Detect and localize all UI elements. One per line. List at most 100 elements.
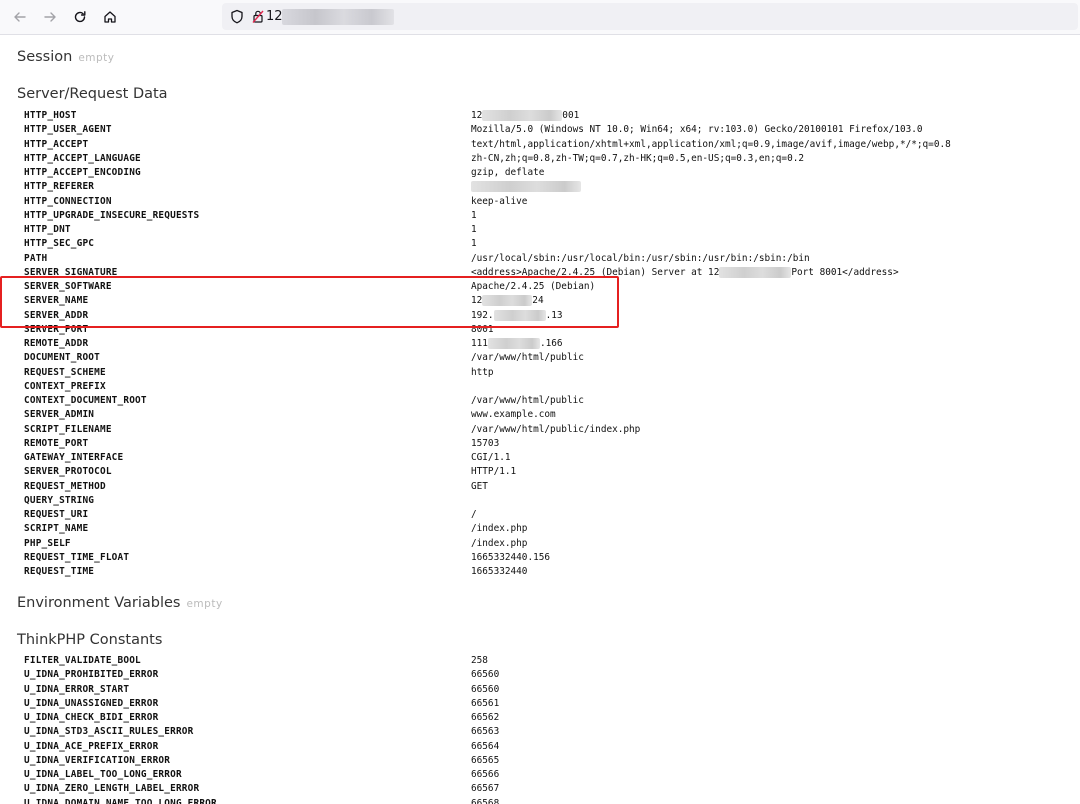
row-value: http (466, 366, 951, 380)
row-key: SERVER_NAME (24, 295, 89, 307)
row-key: U_IDNA_ERROR_START (24, 683, 130, 695)
row-value: gzip, deflate (466, 166, 951, 180)
row-value-text: 66563 (471, 726, 500, 738)
row-value: /usr/local/sbin:/usr/local/bin:/usr/sbin… (466, 252, 951, 266)
table-row: U_IDNA_UNASSIGNED_ERROR 66561 (18, 697, 499, 711)
row-key: HTTP_REFERER (24, 181, 95, 193)
row-key: SERVER_SOFTWARE (24, 281, 112, 292)
row-key: U_IDNA_DOMAIN_NAME_TOO_LONG_ERROR (24, 797, 217, 804)
row-value-text: 66561 (471, 697, 500, 709)
row-value-text: 66560 (471, 669, 500, 681)
row-value-text: Apache/2.4.25 (Debian) (471, 281, 596, 292)
row-value: 66565 (466, 754, 499, 768)
url-redacted (282, 9, 394, 25)
row-value: /index.php (466, 522, 951, 536)
row-key: HTTP_DNT (24, 224, 71, 235)
table-row: U_IDNA_STD3_ASCII_RULES_ERROR 66563 (18, 725, 499, 739)
row-value-text: <address>Apache/2.4.25 (Debian) Server a… (471, 266, 720, 278)
row-value-text: /index.php (471, 523, 528, 535)
row-key: HTTP_ACCEPT (24, 138, 89, 150)
row-value-text: 1 (471, 224, 477, 235)
row-value-text: 66560 (471, 683, 500, 695)
row-key: REQUEST_TIME_FLOAT (24, 551, 130, 563)
row-value-text: zh-CN,zh;q=0.8,zh-TW;q=0.7,zh-HK;q=0.5,e… (471, 152, 805, 164)
arrow-right-icon (44, 12, 56, 22)
table-row: SCRIPT_NAME/index.php (18, 522, 951, 536)
row-key: FILTER_VALIDATE_BOOL (24, 655, 141, 666)
row-value: 66564 (466, 740, 499, 754)
row-value-text: 12 (471, 295, 483, 307)
table-row: SCRIPT_FILENAME/var/www/html/public/inde… (18, 423, 951, 437)
row-key: HTTP_ACCEPT_ENCODING (24, 167, 141, 178)
row-key: U_IDNA_UNASSIGNED_ERROR (24, 697, 159, 709)
table-row: REQUEST_TIME 1665332440 (18, 565, 951, 579)
row-value: 66561 (466, 697, 499, 711)
row-key: REMOTE_ADDR (24, 338, 89, 349)
thinkphp-constants-heading: ThinkPHP Constants (17, 632, 163, 648)
row-value: 66562 (466, 711, 499, 725)
row-value: 1 (466, 209, 951, 223)
row-value-text: /index.php (471, 537, 528, 549)
row-value-text: 1665332440 (471, 566, 528, 577)
reload-button[interactable] (70, 7, 90, 27)
row-value: GET (466, 480, 951, 494)
table-row: SERVER_PROTOCOL HTTP/1.1 (18, 465, 951, 479)
environment-title: Environment Variables (17, 595, 181, 611)
table-row: REQUEST_SCHEME http (18, 366, 951, 380)
page-content: Session empty Server/Request Data HTTP_HO… (0, 35, 1080, 804)
row-value-tail: .13 (545, 309, 563, 321)
row-value-text: 12 (471, 110, 483, 121)
address-bar[interactable]: 12 (222, 3, 1078, 30)
row-value: 111 .166 (466, 337, 951, 351)
row-value: HTTP/1.1 (466, 465, 951, 479)
row-value-text: /usr/local/sbin:/usr/local/bin:/usr/sbin… (471, 252, 810, 264)
row-value-text: / (471, 509, 477, 520)
row-value: 66567 (466, 782, 499, 796)
row-value: 8001 (466, 323, 951, 337)
row-value: /var/www/html/public/index.php (466, 423, 951, 437)
environment-empty-tag: empty (186, 598, 223, 610)
table-row: REQUEST_TIME_FLOAT 1665332440.156 (18, 551, 951, 565)
url-text[interactable]: 12 (266, 9, 283, 24)
row-key: CONTEXT_DOCUMENT_ROOT (24, 395, 147, 406)
row-value: /var/www/html/public (466, 394, 951, 408)
table-row: SERVER_ADDR 192. .13 (18, 309, 951, 323)
shield-icon[interactable] (230, 9, 244, 24)
redacted-value (493, 309, 546, 321)
server-request-table: HTTP_HOST 12 001 HTTP_USER_AGENT Mozilla/5.0… (18, 109, 951, 579)
row-key: PHP_SELF (24, 537, 71, 549)
row-key: SCRIPT_FILENAME (24, 423, 112, 435)
row-value: 1665332440 (466, 565, 951, 579)
back-button[interactable] (10, 7, 30, 27)
home-button[interactable] (100, 7, 120, 27)
row-value: / (466, 508, 951, 522)
row-value: www.example.com (466, 408, 951, 422)
row-key: REQUEST_TIME (24, 566, 95, 577)
table-row: HTTP_UPGRADE_INSECURE_REQUESTS 1 (18, 209, 951, 223)
row-key: HTTP_ACCEPT_LANGUAGE (24, 152, 141, 164)
row-key: REQUEST_SCHEME (24, 366, 106, 378)
table-row: CONTEXT_PREFIX (18, 380, 951, 394)
row-key: DOCUMENT_ROOT (24, 352, 100, 364)
row-value-text: 66567 (471, 783, 500, 795)
table-row: HTTP_SEC_GPC 1 (18, 237, 951, 251)
row-value-tail: 001 (562, 110, 580, 121)
row-value-text: 1665332440.156 (471, 551, 551, 563)
row-value-text: 1 (471, 209, 477, 221)
table-row: REQUEST_URI / (18, 508, 951, 522)
table-row: SERVER_ADMIN www.example.com (18, 408, 951, 422)
table-row: HTTP_USER_AGENT Mozilla/5.0 (Windows NT 1… (18, 123, 951, 137)
row-value: 1665332440.156 (466, 551, 951, 565)
row-value (466, 494, 951, 508)
row-value-text: 111 (471, 338, 488, 349)
row-value-text: 66562 (471, 712, 500, 723)
table-row: HTTP_ACCEPT text/html,application/xhtml+x… (18, 138, 951, 152)
insecure-connection-icon[interactable] (252, 9, 264, 24)
session-heading: Session empty (17, 49, 115, 65)
row-key: SCRIPT_NAME (24, 523, 89, 535)
row-value-text: /var/www/html/public (471, 352, 584, 364)
row-value-tail: Port 8001</address> (791, 266, 899, 278)
row-key: PATH (24, 252, 48, 264)
forward-button[interactable] (40, 7, 60, 27)
thinkphp-constants-table: FILTER_VALIDATE_BOOL 258 U_IDNA_PROHIBITED… (18, 654, 499, 804)
